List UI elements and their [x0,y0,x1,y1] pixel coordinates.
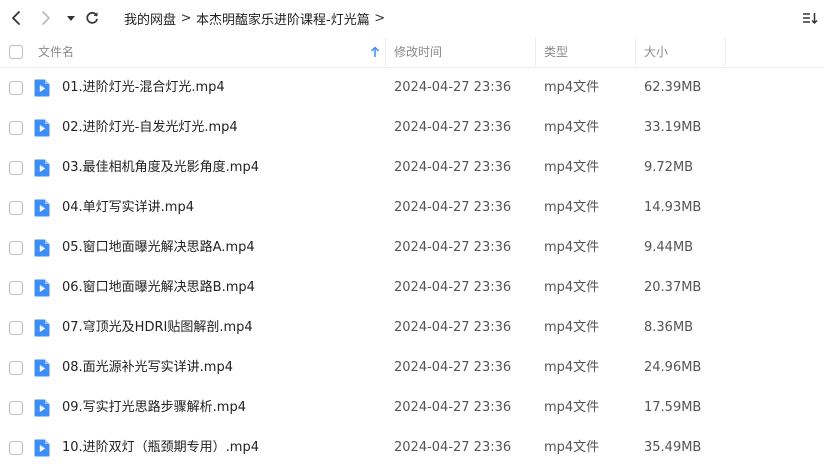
file-size: 9.44MB [644,240,694,255]
file-type: mp4文件 [544,160,600,175]
sort-ascending-arrow-icon [370,46,380,57]
file-size: 20.37MB [644,280,702,295]
breadcrumb-item-current[interactable]: 本杰明醢家乐进阶课程-灯光篇 [195,9,371,28]
row-checkbox[interactable] [9,81,23,95]
video-file-icon [34,439,50,457]
file-row[interactable]: 03.最佳相机角度及光影角度.mp4 2024-04-27 23:36 mp4文… [0,148,824,188]
file-modified-time: 2024-04-27 23:36 [394,280,512,295]
file-size: 14.93MB [644,200,702,215]
file-modified-time: 2024-04-27 23:36 [394,240,512,255]
column-divider[interactable] [725,38,726,66]
file-type: mp4文件 [544,360,600,375]
breadcrumb-separator-icon[interactable]: > [371,11,389,26]
row-checkbox[interactable] [9,361,23,375]
file-name[interactable]: 05.窗口地面曝光解决思路A.mp4 [62,228,255,268]
back-button[interactable] [6,8,26,28]
file-type: mp4文件 [544,240,600,255]
video-file-icon [34,399,50,417]
column-divider[interactable] [385,38,386,66]
video-file-icon [34,79,50,97]
file-modified-time: 2024-04-27 23:36 [394,400,512,415]
file-size: 17.59MB [644,400,702,415]
breadcrumb-separator-icon: > [180,10,192,26]
toolbar: 我的网盘 > 本杰明醢家乐进阶课程-灯光篇 > [0,0,824,36]
file-modified-time: 2024-04-27 23:36 [394,160,512,175]
file-name[interactable]: 06.窗口地面曝光解决思路B.mp4 [62,268,255,308]
file-row[interactable]: 06.窗口地面曝光解决思路B.mp4 2024-04-27 23:36 mp4文… [0,268,824,308]
chevron-right-icon [42,11,50,25]
caret-down-icon [67,16,75,21]
file-modified-time: 2024-04-27 23:36 [394,440,512,455]
select-all-checkbox[interactable] [9,45,23,59]
file-row[interactable]: 05.窗口地面曝光解决思路A.mp4 2024-04-27 23:36 mp4文… [0,228,824,268]
file-name[interactable]: 04.单灯写实详讲.mp4 [62,188,194,228]
file-type: mp4文件 [544,400,600,415]
file-size: 8.36MB [644,320,694,335]
file-size: 35.49MB [644,440,702,455]
file-type: mp4文件 [544,280,600,295]
file-size: 9.72MB [644,160,694,175]
row-checkbox[interactable] [9,401,23,415]
column-header-name[interactable]: 文件名 [38,36,74,68]
file-type: mp4文件 [544,200,600,215]
file-name[interactable]: 08.面光源补光写实详讲.mp4 [62,348,233,388]
file-modified-time: 2024-04-27 23:36 [394,360,512,375]
row-checkbox[interactable] [9,441,23,455]
sort-list-icon[interactable] [802,10,818,26]
video-file-icon [34,119,50,137]
file-name[interactable]: 02.进阶灯光-自发光灯光.mp4 [62,108,238,148]
video-file-icon [34,199,50,217]
file-list-header: 文件名 修改时间 类型 大小 [0,36,824,68]
row-checkbox[interactable] [9,161,23,175]
file-size: 33.19MB [644,120,702,135]
file-name[interactable]: 09.写实打光思路步骤解析.mp4 [62,388,246,428]
file-row[interactable]: 08.面光源补光写实详讲.mp4 2024-04-27 23:36 mp4文件 … [0,348,824,388]
file-type: mp4文件 [544,120,600,135]
file-row[interactable]: 10.进阶双灯（瓶颈期专用）.mp4 2024-04-27 23:36 mp4文… [0,428,824,468]
history-dropdown-button[interactable] [61,8,81,28]
file-name[interactable]: 01.进阶灯光-混合灯光.mp4 [62,68,225,108]
file-type: mp4文件 [544,80,600,95]
row-checkbox[interactable] [9,201,23,215]
column-header-type[interactable]: 类型 [544,36,568,68]
breadcrumb-item-root[interactable]: 我的网盘 [123,9,177,28]
video-file-icon [34,359,50,377]
file-size: 62.39MB [644,80,702,95]
file-row[interactable]: 07.穹顶光及HDRI贴图解剖.mp4 2024-04-27 23:36 mp4… [0,308,824,348]
file-modified-time: 2024-04-27 23:36 [394,200,512,215]
video-file-icon [34,159,50,177]
breadcrumb: 我的网盘 > 本杰明醢家乐进阶课程-灯光篇 > [123,9,389,28]
file-modified-time: 2024-04-27 23:36 [394,120,512,135]
file-name[interactable]: 10.进阶双灯（瓶颈期专用）.mp4 [62,428,259,468]
file-size: 24.96MB [644,360,702,375]
column-divider[interactable] [535,38,536,66]
refresh-button[interactable] [82,8,102,28]
file-modified-time: 2024-04-27 23:36 [394,80,512,95]
row-checkbox[interactable] [9,121,23,135]
file-row[interactable]: 02.进阶灯光-自发光灯光.mp4 2024-04-27 23:36 mp4文件… [0,108,824,148]
row-checkbox[interactable] [9,241,23,255]
file-modified-time: 2024-04-27 23:36 [394,320,512,335]
video-file-icon [34,279,50,297]
video-file-icon [34,239,50,257]
file-type: mp4文件 [544,440,600,455]
column-divider[interactable] [635,38,636,66]
file-name[interactable]: 07.穹顶光及HDRI贴图解剖.mp4 [62,308,253,348]
row-checkbox[interactable] [9,281,23,295]
chevron-left-icon [12,11,20,25]
video-file-icon [34,319,50,337]
refresh-icon [86,12,98,24]
file-row[interactable]: 09.写实打光思路步骤解析.mp4 2024-04-27 23:36 mp4文件… [0,388,824,428]
file-row[interactable]: 01.进阶灯光-混合灯光.mp4 2024-04-27 23:36 mp4文件 … [0,68,824,108]
column-header-size[interactable]: 大小 [644,36,668,68]
row-checkbox[interactable] [9,321,23,335]
file-name[interactable]: 03.最佳相机角度及光影角度.mp4 [62,148,259,188]
file-list: 01.进阶灯光-混合灯光.mp4 2024-04-27 23:36 mp4文件 … [0,68,824,468]
file-type: mp4文件 [544,320,600,335]
file-row[interactable]: 04.单灯写实详讲.mp4 2024-04-27 23:36 mp4文件 14.… [0,188,824,228]
forward-button[interactable] [36,8,56,28]
column-header-time[interactable]: 修改时间 [394,36,442,68]
